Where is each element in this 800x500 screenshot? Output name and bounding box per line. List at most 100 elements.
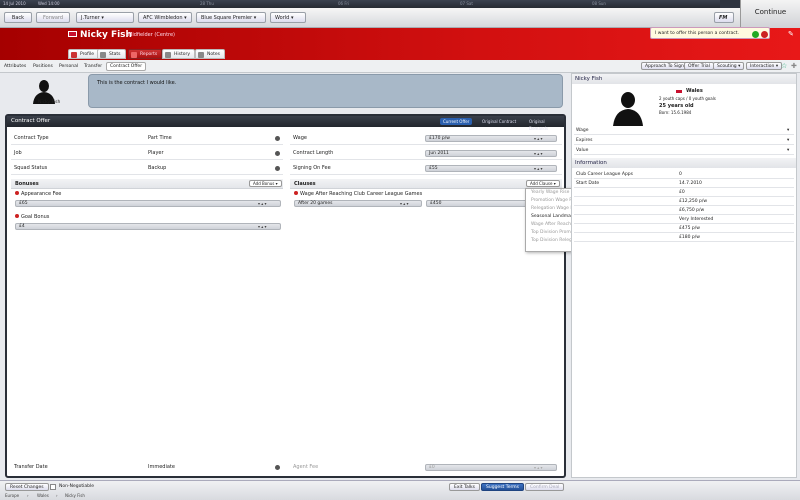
stepper-icon[interactable]: ▾ ▴ ▾: [534, 166, 543, 172]
timeline-day: 08 Sun: [592, 1, 606, 6]
breadcrumb-item[interactable]: Wales: [37, 493, 49, 498]
remove-icon[interactable]: [275, 151, 280, 156]
reports-icon: [131, 52, 137, 58]
timeline-day: 28 Thu: [200, 1, 214, 6]
wage-field[interactable]: £170 p/w ▾ ▴ ▾: [425, 135, 557, 142]
pin-icon[interactable]: ✎: [788, 30, 797, 39]
clause-label: Wage After Reaching Club Career League G…: [294, 191, 422, 197]
stepper-icon[interactable]: ▾ ▴ ▾: [534, 151, 543, 157]
agent-fee-field[interactable]: £0 ▾ ▴ ▾: [425, 464, 557, 471]
club-name: AFC Wimbledon: [143, 15, 183, 21]
chevron-icon[interactable]: ▾: [787, 136, 789, 145]
player-age: 25 years old: [659, 103, 694, 109]
squad-status-row: Squad Status Backup: [11, 162, 283, 175]
goal-bonus-field[interactable]: £4 ▾ ▴ ▾: [15, 223, 281, 230]
remove-bonus-icon[interactable]: [15, 214, 19, 218]
remove-clause-icon[interactable]: [294, 191, 298, 195]
breadcrumb-separator: ›: [56, 493, 58, 498]
star-icon[interactable]: ☆: [781, 62, 787, 70]
stepper-icon[interactable]: ▾ ▴ ▾: [258, 224, 267, 230]
tab-original-contract[interactable]: Original Contract: [479, 118, 519, 125]
chevron-icon[interactable]: ▾: [787, 126, 789, 135]
interaction-button[interactable]: Interaction ▾: [746, 62, 783, 70]
speech-text: This is the contract I would like.: [97, 80, 177, 86]
subnav-positions[interactable]: Positions: [33, 64, 53, 69]
remove-bonus-icon[interactable]: [15, 191, 19, 195]
tab-profile[interactable]: Profile: [68, 49, 99, 59]
remove-icon[interactable]: [275, 136, 280, 141]
tab-stats[interactable]: Stats: [97, 49, 126, 59]
world-menu[interactable]: World ▾: [270, 12, 306, 23]
add-bonus-button[interactable]: Add Bonus ▾: [249, 180, 282, 187]
breadcrumb-item[interactable]: Europe: [5, 493, 19, 498]
player-summary-panel: Nicky Fish Wales 2 youth caps / 0 youth …: [571, 73, 797, 478]
accept-icon[interactable]: [752, 31, 759, 38]
stepper-icon[interactable]: ▾ ▴ ▾: [258, 201, 267, 207]
subnav-personal[interactable]: Personal: [59, 64, 78, 69]
confirm-deal-button[interactable]: Confirm Deal: [525, 483, 565, 491]
timeline-day: 07 Sat: [460, 1, 473, 6]
chevron-icon[interactable]: ▾: [787, 146, 789, 155]
fm-menu[interactable]: FM: [714, 12, 734, 23]
stepper-icon[interactable]: ▾ ▴ ▾: [534, 465, 543, 471]
subnav-transfer[interactable]: Transfer: [84, 64, 102, 69]
player-portrait: [613, 92, 643, 126]
wales-flag-icon: [68, 31, 77, 37]
exit-talks-button[interactable]: Exit Talks: [449, 483, 480, 491]
signing-fee-field[interactable]: £55 ▾ ▴ ▾: [425, 165, 557, 172]
remove-icon[interactable]: [275, 465, 280, 470]
wage-row: Wage £170 p/w ▾ ▴ ▾: [290, 132, 562, 145]
non-negotiable-checkbox[interactable]: [50, 484, 56, 490]
player-name: Nicky Fish: [80, 30, 132, 40]
game-time: Wed 14:00: [38, 1, 60, 6]
information-header: Information: [572, 158, 796, 168]
tab-history[interactable]: History: [162, 49, 196, 59]
offer-trial-button[interactable]: Offer Trial: [684, 62, 714, 70]
stepper-icon[interactable]: ▾ ▴ ▾: [400, 201, 409, 207]
tab-original-demands[interactable]: Original Demands: [526, 118, 564, 131]
info-row: Start Date 14.7.2010: [574, 179, 794, 188]
reject-icon[interactable]: [761, 31, 768, 38]
reset-changes-button[interactable]: Reset Changes: [5, 483, 49, 491]
nation-flag-icon: [675, 89, 683, 94]
subnav-attributes[interactable]: Attributes: [4, 64, 26, 69]
manager-menu[interactable]: J.Turner ▾: [76, 12, 134, 23]
contract-length-field[interactable]: Jun 2011 ▾ ▴ ▾: [425, 150, 557, 157]
non-negotiable-label: Non-Negotiable: [59, 484, 94, 489]
summary-header: Nicky Fish: [572, 74, 796, 84]
timeline[interactable]: 14 Jul 2010 Wed 14:00 28 Thu 06 Fri 07 S…: [0, 0, 720, 8]
tab-reports[interactable]: Reports: [128, 49, 163, 59]
shortlist-icon[interactable]: ✚: [791, 62, 797, 70]
subnav-contract-offer[interactable]: Contract Offer: [106, 62, 147, 71]
appearance-fee-label: Appearance Fee: [15, 191, 61, 197]
tab-current-offer[interactable]: Current Offer: [440, 118, 473, 125]
approach-to-sign-button[interactable]: Approach To Sign: [641, 62, 688, 70]
contract-offer-panel: Contract Offer Current Offer Original Co…: [5, 114, 566, 478]
chevron-down-icon: ▾: [253, 15, 257, 21]
forward-button[interactable]: Forward: [36, 12, 70, 23]
breadcrumb-separator: ›: [27, 493, 29, 498]
continue-button[interactable]: Continue: [740, 0, 800, 28]
club-menu[interactable]: AFC Wimbledon ▾: [138, 12, 192, 23]
add-clause-button[interactable]: Add Clause ▾: [526, 180, 560, 187]
goal-bonus-label: Goal Bonus: [15, 214, 49, 220]
agent-fee-row: Agent Fee £0 ▾ ▴ ▾: [290, 461, 562, 474]
back-button[interactable]: Back: [4, 12, 32, 23]
breadcrumb-item[interactable]: Nicky Fish: [65, 493, 85, 498]
tab-notes[interactable]: Notes: [195, 49, 225, 59]
transfer-date-row: Transfer Date Immediate: [11, 461, 283, 474]
info-row: £180 p/w: [574, 233, 794, 242]
stepper-icon[interactable]: ▾ ▴ ▾: [534, 136, 543, 142]
scouting-button[interactable]: Scouting ▾: [713, 62, 745, 70]
remove-icon[interactable]: [275, 166, 280, 171]
player-nation: Wales: [686, 88, 703, 94]
suggest-terms-button[interactable]: Suggest Terms: [481, 483, 524, 491]
info-row: Club Career League Apps 0: [574, 170, 794, 179]
appearance-fee-field[interactable]: £65 ▾ ▴ ▾: [15, 200, 281, 207]
league-menu[interactable]: Blue Square Premier ▾: [196, 12, 266, 23]
bottom-bar: Reset Changes Non-Negotiable Exit Talks …: [0, 480, 800, 500]
contract-title: Contract Offer: [11, 118, 51, 124]
world-label: World: [275, 15, 290, 21]
clause-condition-field[interactable]: After 20 games ▾ ▴ ▾: [294, 200, 422, 207]
stats-icon: [100, 52, 106, 58]
